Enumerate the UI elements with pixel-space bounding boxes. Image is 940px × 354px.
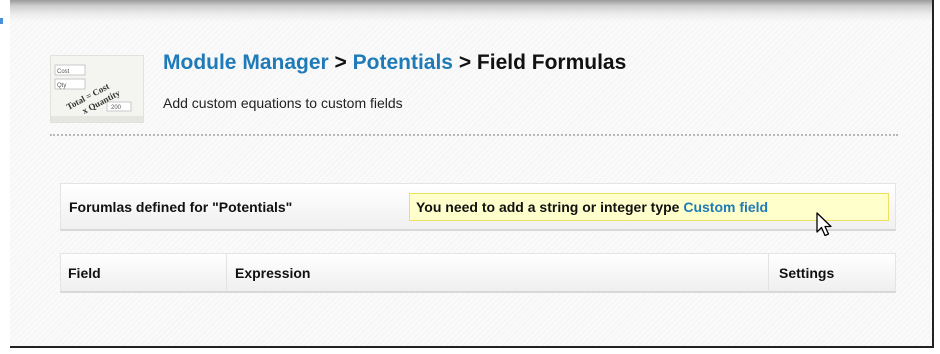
column-header-settings: Settings <box>779 265 835 281</box>
breadcrumb-separator: > <box>452 51 477 74</box>
icon-qty-label: Qty <box>57 83 66 89</box>
page-subtitle: Add custom equations to custom fields <box>163 95 403 111</box>
breadcrumb-separator: > <box>328 51 353 74</box>
column-header-field: Field <box>61 254 227 292</box>
formula-icon: Cost Qty Total = Cost x Quantity 200 <box>50 55 144 123</box>
warning-text: You need to add a string or integer type <box>416 199 684 215</box>
custom-field-link[interactable]: Custom field <box>683 199 768 215</box>
page-title: Module Manager > Potentials > Field Form… <box>163 51 626 75</box>
formulas-label: Forumlas defined for "Potentials" <box>69 199 293 215</box>
mouse-pointer-icon <box>816 212 832 237</box>
formulas-bar: Forumlas defined for "Potentials" You ne… <box>60 183 896 231</box>
formulas-table-header: Field Expression Settings <box>60 253 896 293</box>
column-header-expression: Expression <box>227 254 769 292</box>
breadcrumb-module-manager[interactable]: Module Manager <box>163 51 329 74</box>
left-marker <box>0 18 3 24</box>
divider <box>50 134 898 136</box>
icon-total-value: 200 <box>111 105 122 111</box>
icon-cost-label: Cost <box>57 69 70 75</box>
page-title-text: Field Formulas <box>476 51 627 74</box>
top-shadow <box>10 0 932 22</box>
breadcrumb-potentials[interactable]: Potentials <box>353 51 453 74</box>
